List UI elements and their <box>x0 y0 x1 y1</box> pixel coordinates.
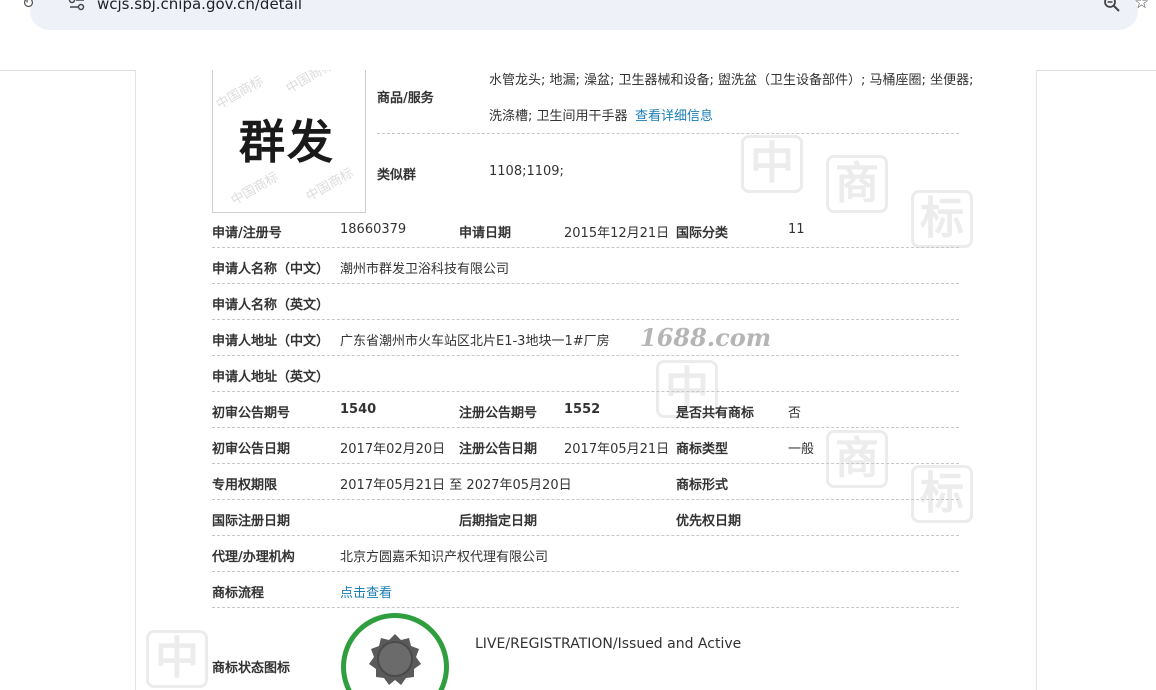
zoom-icon[interactable] <box>1103 0 1121 13</box>
priority-date-label: 优先权日期 <box>676 514 742 529</box>
watermark-glyph: 商 <box>826 430 888 488</box>
divider <box>212 607 959 608</box>
similar-group-label: 类似群 <box>377 168 417 183</box>
trademark-image: 中国商标 中国商标 中国商标 中国商标 群发 <box>212 70 366 213</box>
site-watermark: 1688.com <box>640 323 772 352</box>
prelim-date-label: 初审公告日期 <box>212 442 291 457</box>
goods-line2: 洗涤槽; 卫生间用干手器 <box>489 109 628 124</box>
prelim-date: 2017年02月20日 <box>340 442 446 457</box>
intl-reg-date-label: 国际注册日期 <box>212 514 291 529</box>
applicant-cn-label: 申请人名称（中文） <box>212 262 330 277</box>
goods-label: 商品/服务 <box>377 91 434 106</box>
shared-label: 是否共有商标 <box>676 406 755 421</box>
stamp-text: 中国商标 <box>228 169 282 209</box>
similar-group-value: 1108;1109; <box>489 164 564 179</box>
watermark-glyph: 标 <box>911 465 973 523</box>
address-bar[interactable]: ↻ wcjs.sbj.cnipa.gov.cn/detail ☆ <box>22 0 1149 30</box>
trademark-name: 群发 <box>239 115 335 169</box>
reg-issue-label: 注册公告期号 <box>459 406 538 421</box>
reg-no: 18660379 <box>340 222 407 237</box>
url-text[interactable]: wcjs.sbj.cnipa.gov.cn/detail <box>97 0 302 13</box>
reload-icon[interactable]: ↻ <box>22 0 35 12</box>
goods-line1: 水管龙头; 地漏; 澡盆; 卫生器械和设备; 盥洗盆（卫生设备部件）; 马桶座圈… <box>489 73 974 88</box>
trademark-detail-panel: 中 商 标 中 商 标 中 中国商标 中国商标 中国商标 中国商标 群发 商品/… <box>135 70 1037 690</box>
browser-toolbar: ↻ wcjs.sbj.cnipa.gov.cn/detail ☆ <box>0 0 1156 71</box>
app-date-label: 申请日期 <box>459 226 512 241</box>
badge-icon <box>369 634 421 685</box>
divider <box>212 283 959 284</box>
shared-value: 否 <box>788 406 802 421</box>
intl-class: 11 <box>788 222 805 237</box>
reg-date: 2017年05月21日 <box>564 442 670 457</box>
watermark-glyph: 商 <box>826 155 888 213</box>
watermark-glyph: 中 <box>741 135 803 193</box>
stamp-text: 中国商标 <box>283 70 337 97</box>
divider <box>377 133 959 134</box>
tm-type-label: 商标类型 <box>676 442 729 457</box>
agent-value: 北京方圆嘉禾知识产权代理有限公司 <box>340 550 549 565</box>
address-cn-label: 申请人地址（中文） <box>212 334 330 349</box>
goods-detail-link[interactable]: 查看详细信息 <box>635 105 713 124</box>
applicant-en-label: 申请人名称（英文） <box>212 298 330 313</box>
prelim-issue-label: 初审公告期号 <box>212 406 291 421</box>
applicant-cn: 潮州市群发卫浴科技有限公司 <box>340 262 510 277</box>
term-label: 专用权期限 <box>212 478 278 493</box>
watermark-glyph: 中 <box>146 630 208 688</box>
address-en-label: 申请人地址（英文） <box>212 370 330 385</box>
star-icon[interactable]: ☆ <box>1134 0 1149 13</box>
site-info-icon[interactable] <box>68 0 86 12</box>
divider <box>212 319 959 320</box>
reg-issue: 1552 <box>564 402 601 417</box>
status-text: LIVE/REGISTRATION/Issued and Active <box>475 636 742 652</box>
app-date: 2015年12月21日 <box>564 226 670 241</box>
tm-form-label: 商标形式 <box>676 478 729 493</box>
divider <box>212 499 959 500</box>
divider <box>212 463 959 464</box>
divider <box>212 355 959 356</box>
prelim-issue: 1540 <box>340 402 377 417</box>
watermark-glyph: 标 <box>911 190 973 248</box>
divider <box>212 247 959 248</box>
divider <box>212 535 959 536</box>
address-cn: 广东省潮州市火车站区北片E1-3地块一1#厂房 <box>340 334 610 349</box>
divider <box>212 391 959 392</box>
status-seal-icon <box>341 613 449 690</box>
tm-type: 一般 <box>788 442 815 457</box>
status-label: 商标状态图标 <box>212 661 291 676</box>
term-value: 2017年05月21日 至 2027年05月20日 <box>340 478 572 493</box>
reg-no-label: 申请/注册号 <box>212 226 282 241</box>
agent-label: 代理/办理机构 <box>212 550 295 565</box>
intl-class-label: 国际分类 <box>676 226 729 241</box>
divider <box>212 427 959 428</box>
later-date-label: 后期指定日期 <box>459 514 538 529</box>
flow-label: 商标流程 <box>212 586 265 601</box>
divider <box>212 571 959 572</box>
flow-link[interactable]: 点击查看 <box>340 582 392 601</box>
reg-date-label: 注册公告日期 <box>459 442 538 457</box>
